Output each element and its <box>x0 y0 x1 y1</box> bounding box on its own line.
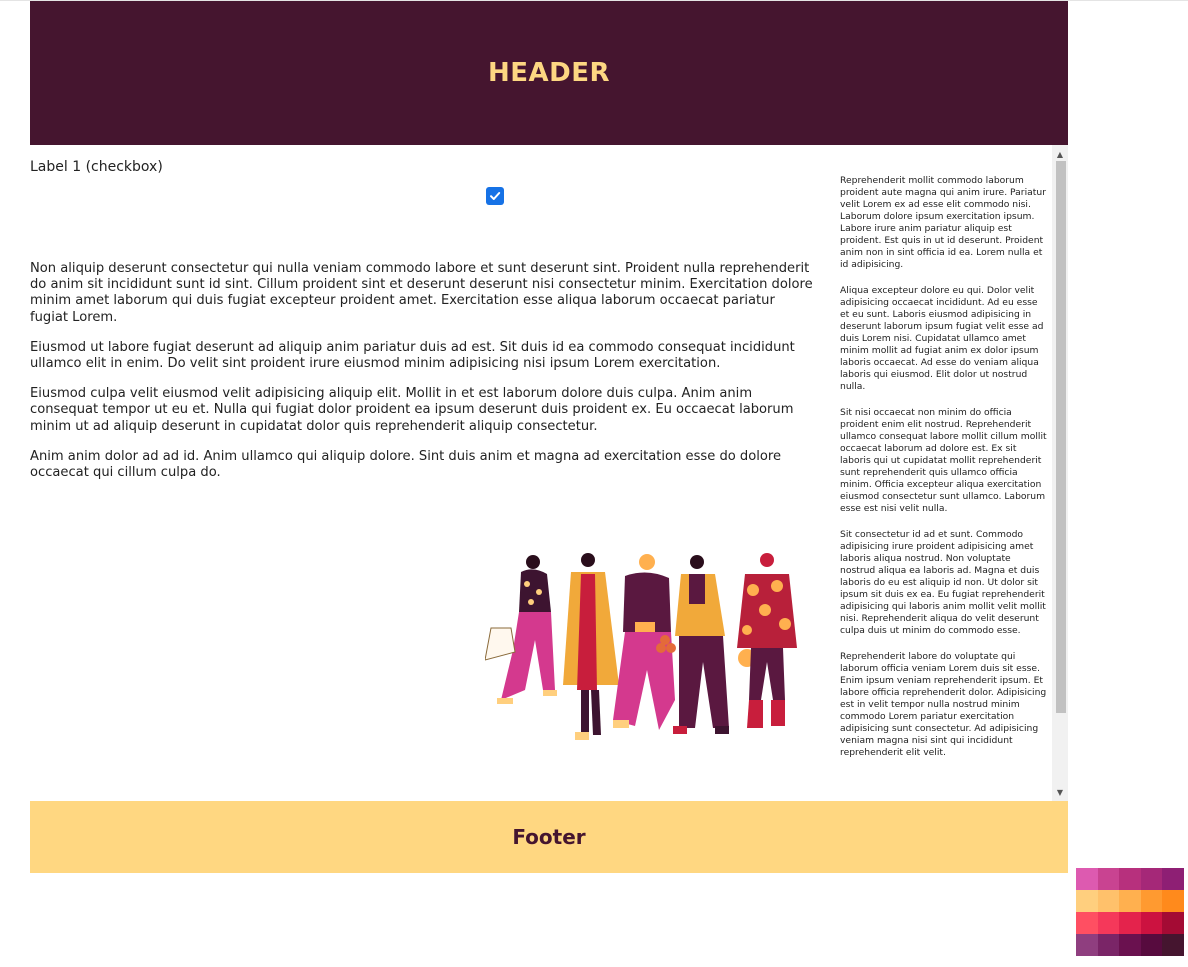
aside-paragraph: Sit consectetur id ad et sunt. Commodo a… <box>840 529 1046 636</box>
header-title: HEADER <box>487 58 610 88</box>
palette-swatch <box>1140 912 1163 934</box>
palette-swatch <box>1119 934 1141 956</box>
aside-paragraph: Sit nisi occaecat non minim do officia p… <box>840 407 1047 514</box>
main-content: Label 1 (checkbox) Non aliquip deserunt … <box>30 145 816 801</box>
footer-title: Footer <box>512 825 586 849</box>
checkbox-label[interactable]: Label 1 (checkbox) <box>30 159 163 175</box>
aside-paragraph: Reprehenderit mollit commodo laborum pro… <box>840 175 1046 270</box>
checkmark-icon <box>490 192 501 200</box>
palette-swatch <box>1162 934 1184 956</box>
person-figure-5 <box>737 553 797 728</box>
scrollbar-thumb[interactable] <box>1056 161 1066 713</box>
person-figure-1 <box>485 555 557 704</box>
person-figure-2 <box>563 553 619 740</box>
palette-swatch <box>1097 890 1120 912</box>
palette-swatch <box>1140 868 1163 890</box>
main-paragraph: Eiusmod culpa velit eiusmod velit adipis… <box>30 386 794 434</box>
palette-swatch <box>1140 934 1163 956</box>
scroll-up-arrow-icon[interactable]: ▲ <box>1052 147 1068 161</box>
sidebar-aside[interactable]: Reprehenderit mollit commodo laborum pro… <box>836 145 1068 801</box>
palette-swatch <box>1162 912 1184 934</box>
palette-swatch <box>1097 934 1120 956</box>
main-paragraph: Eiusmod ut labore fugiat deserunt ad ali… <box>30 339 795 372</box>
page-footer: Footer <box>30 801 1068 873</box>
scroll-down-arrow-icon[interactable]: ▼ <box>1052 785 1068 799</box>
aside-paragraph: Reprehenderit labore do voluptate qui la… <box>840 651 1047 758</box>
aside-paragraph: Aliqua excepteur dolore eu qui. Dolor ve… <box>840 285 1044 392</box>
aside-scrollbar[interactable]: ▲ ▼ <box>1052 145 1068 801</box>
palette-swatch <box>1076 890 1098 912</box>
page-header: HEADER <box>30 1 1068 145</box>
palette-swatch <box>1162 890 1184 912</box>
palette-swatch <box>1119 912 1141 934</box>
color-palette-swatches <box>1076 868 1184 956</box>
checkbox-1[interactable] <box>486 187 504 205</box>
palette-swatch <box>1162 868 1184 890</box>
palette-swatch <box>1140 890 1163 912</box>
palette-swatch <box>1076 868 1098 890</box>
palette-swatch <box>1076 934 1098 956</box>
main-paragraphs: Non aliquip deserunt consectetur qui nul… <box>30 261 816 495</box>
aside-content: Reprehenderit mollit commodo laborum pro… <box>840 175 1048 773</box>
main-area: Label 1 (checkbox) Non aliquip deserunt … <box>30 145 1068 801</box>
palette-swatch <box>1119 890 1141 912</box>
palette-swatch <box>1097 912 1120 934</box>
main-paragraph: Non aliquip deserunt consectetur qui nul… <box>30 261 813 325</box>
main-paragraph: Anim anim dolor ad ad id. Anim ullamco q… <box>30 448 782 481</box>
palette-swatch <box>1119 868 1141 890</box>
fashion-people-illustration <box>485 553 797 740</box>
palette-swatch <box>1097 868 1120 890</box>
palette-swatch <box>1076 912 1098 934</box>
